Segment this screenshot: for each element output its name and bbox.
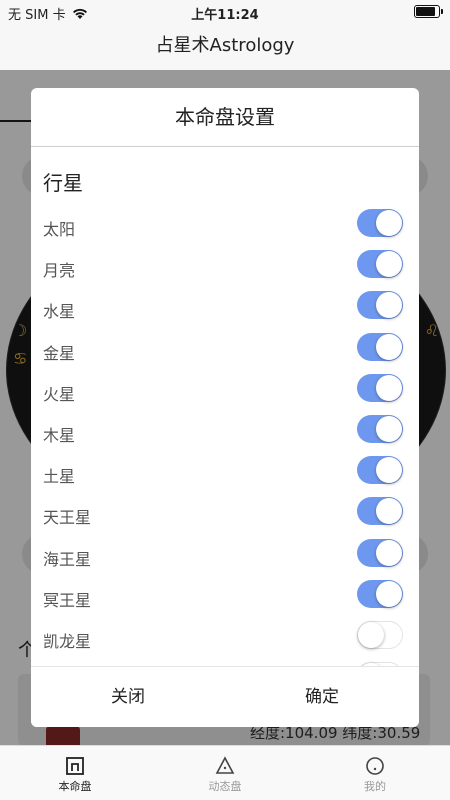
dialog-footer: 关闭 确定 [31, 666, 419, 727]
triangle-icon [215, 756, 235, 774]
status-time: 上午11:24 [191, 8, 259, 23]
nav-bar: 占星术Astrology [0, 24, 450, 70]
planet-toggle-switch[interactable] [357, 456, 403, 485]
planet-label: 凯龙星 [43, 632, 92, 651]
switch-knob [376, 498, 402, 525]
planet-toggle-switch[interactable] [357, 621, 403, 649]
switch-knob [376, 580, 402, 607]
planet-row: 凯龙星 [31, 617, 419, 658]
close-button[interactable]: 关闭 [31, 667, 225, 727]
switch-knob [376, 292, 402, 319]
planet-toggle-switch[interactable] [357, 291, 403, 320]
battery-icon [414, 5, 443, 18]
tab-label: 本命盘 [58, 780, 92, 793]
switch-knob [358, 622, 384, 648]
tab-bar: 本命盘 动态盘 我的 [0, 745, 450, 800]
planet-label: 木星 [43, 426, 76, 445]
planet-toggle-switch[interactable] [357, 209, 403, 237]
nav-title: 占星术Astrology [155, 35, 295, 56]
planet-row: 太阳 [31, 205, 419, 246]
planet-row: 土星 [31, 452, 419, 493]
planet-label: 天王星 [43, 508, 92, 528]
planet-toggle-switch[interactable] [357, 250, 403, 279]
switch-knob [376, 251, 402, 278]
status-bar: 无 SIM 卡 上午11:24 [0, 0, 450, 24]
tab-profile[interactable]: 我的 [300, 746, 450, 800]
switch-knob [376, 457, 402, 484]
planet-row: 冥王星 [31, 576, 419, 617]
switch-knob [376, 416, 402, 442]
planet-toggle-switch[interactable] [357, 497, 403, 526]
switch-knob [376, 333, 402, 360]
planet-row: 水星 [31, 287, 419, 328]
planet-toggle-switch[interactable] [357, 415, 403, 443]
planet-row: 天王星 [31, 493, 419, 534]
planet-toggle-switch[interactable] [357, 579, 403, 608]
natal-chart-settings-dialog: 本命盘设置 行星 太阳月亮水星金星火星木星土星天王星海王星冥王星凯龙星 关闭 确… [31, 88, 419, 727]
planet-toggle-switch[interactable] [357, 332, 403, 361]
planet-label: 月亮 [43, 261, 76, 281]
tab-natal-chart[interactable]: 本命盘 [0, 746, 150, 800]
switch-knob [376, 374, 402, 401]
switch-knob [376, 539, 402, 566]
dialog-title: 本命盘设置 [31, 88, 419, 147]
planet-row: 海王星 [31, 535, 419, 576]
planet-row: 金星 [31, 329, 419, 370]
tab-dynamic-chart[interactable]: 动态盘 [150, 746, 300, 800]
planet-label: 太阳 [43, 220, 76, 239]
planet-row: 月亮 [31, 246, 419, 287]
profile-icon [366, 757, 384, 775]
planet-label: 土星 [43, 467, 76, 487]
planet-toggle-switch[interactable] [357, 373, 403, 402]
planet-toggle-switch[interactable] [357, 538, 403, 567]
planet-label: 水星 [43, 302, 76, 322]
planets-section-title: 行星 [43, 171, 83, 195]
planet-label: 金星 [43, 343, 76, 363]
tab-label: 我的 [364, 780, 386, 793]
switch-knob [376, 210, 402, 236]
planet-label: 海王星 [43, 549, 92, 569]
planet-row: 木星 [31, 411, 419, 452]
planet-row: 火星 [31, 370, 419, 411]
planet-label: 冥王星 [43, 590, 92, 610]
planet-label: 火星 [43, 384, 76, 404]
dialog-body[interactable]: 行星 太阳月亮水星金星火星木星土星天王星海王星冥王星凯龙星 [31, 147, 419, 667]
natal-chart-icon [66, 757, 84, 775]
tab-label: 动态盘 [208, 780, 242, 793]
confirm-button[interactable]: 确定 [225, 667, 419, 727]
